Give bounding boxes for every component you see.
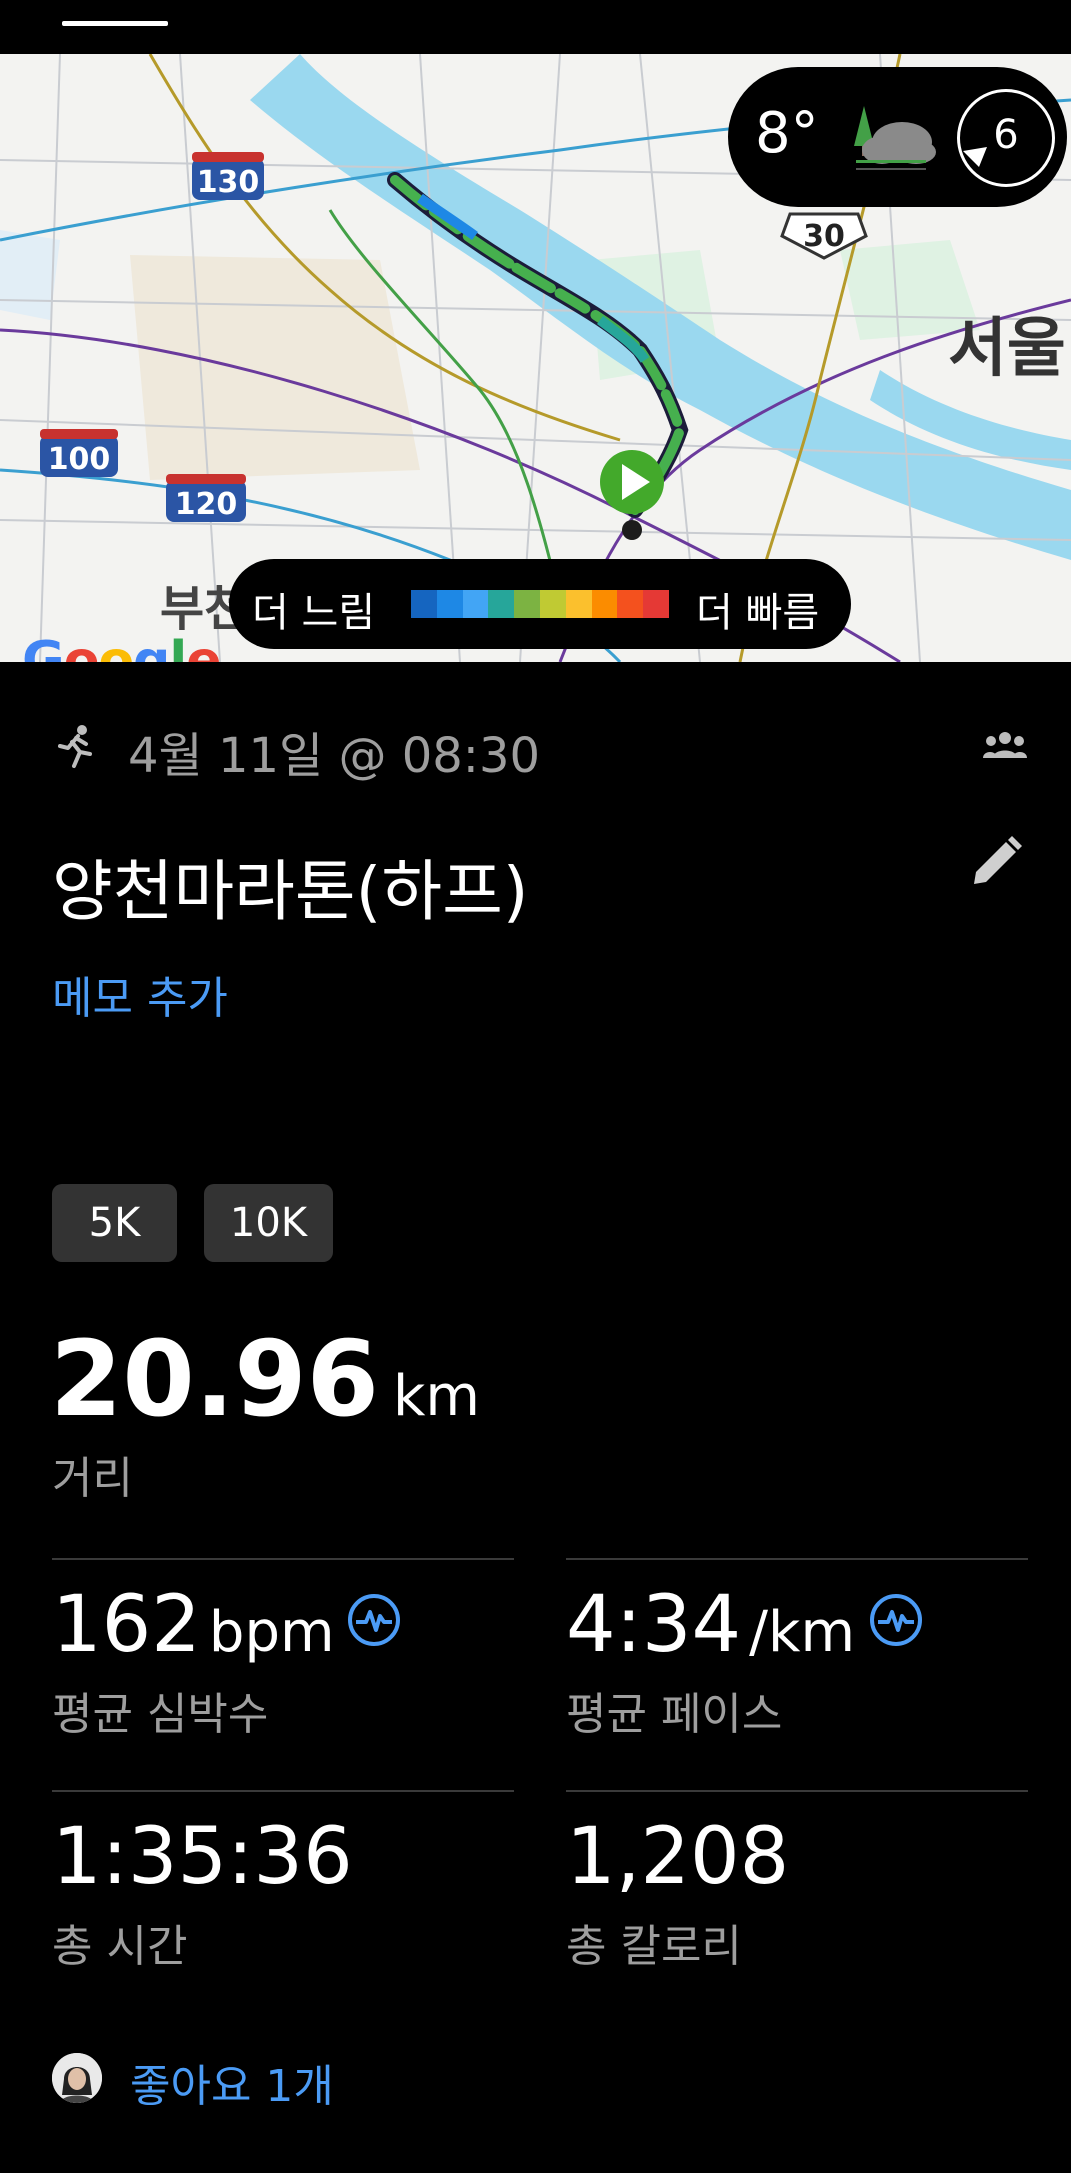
total-time-value: 1:35:36 bbox=[52, 1812, 353, 1902]
divider bbox=[52, 1558, 514, 1560]
chip-5k[interactable]: 5K bbox=[52, 1184, 177, 1262]
add-memo-link[interactable]: 메모 추가 bbox=[52, 962, 228, 1026]
calories-value: 1,208 bbox=[566, 1812, 790, 1902]
avatar bbox=[52, 2053, 102, 2103]
speed-gradient-segment bbox=[643, 590, 669, 618]
pace-chart-icon[interactable] bbox=[868, 1592, 924, 1648]
group-icon[interactable] bbox=[983, 730, 1027, 760]
speed-gradient-segment bbox=[617, 590, 644, 618]
heart-rate-unit: bpm bbox=[208, 1600, 335, 1665]
pace-label: 평균 페이스 bbox=[566, 1689, 783, 1740]
chip-10k[interactable]: 10K bbox=[204, 1184, 333, 1262]
status-indicator bbox=[62, 21, 168, 26]
speed-gradient-segment bbox=[411, 590, 437, 618]
speed-gradient-segment bbox=[514, 590, 540, 618]
edit-icon[interactable] bbox=[968, 834, 1024, 890]
divider bbox=[566, 1790, 1028, 1792]
heart-rate-label: 평균 심박수 bbox=[52, 1689, 269, 1740]
road-label: 120 bbox=[175, 487, 238, 522]
legend-slow-label: 더 느림 bbox=[252, 590, 376, 636]
speed-gradient bbox=[411, 590, 669, 618]
divider bbox=[52, 1790, 514, 1792]
distance-value: 20.96 bbox=[50, 1318, 379, 1440]
map-area-park bbox=[130, 255, 420, 480]
total-time-label: 총 시간 bbox=[52, 1921, 188, 1972]
distance-row: 20.96 km bbox=[50, 1318, 480, 1440]
speed-gradient-segment bbox=[462, 590, 489, 618]
legend-fast-label: 더 빠름 bbox=[696, 590, 820, 636]
speed-gradient-segment bbox=[565, 590, 592, 618]
pace-value: 4:34 bbox=[566, 1580, 742, 1670]
calories-label: 총 칼로리 bbox=[566, 1921, 742, 1972]
runner-icon bbox=[58, 725, 92, 768]
weather-temperature: 8° bbox=[755, 101, 819, 166]
likes-count-link[interactable]: 좋아요 1개 bbox=[130, 2050, 334, 2114]
heart-rate-stat[interactable]: 162 bpm bbox=[52, 1580, 335, 1670]
distance-label: 거리 bbox=[52, 1453, 133, 1504]
road-label: 100 bbox=[48, 442, 111, 477]
google-logo: Google bbox=[22, 631, 222, 662]
activity-date: 4월 11일 @ 08:30 bbox=[128, 728, 541, 784]
wind-speed: 6 bbox=[993, 112, 1019, 158]
speed-gradient-segment bbox=[436, 590, 463, 618]
speed-gradient-segment bbox=[539, 590, 566, 618]
speed-gradient-segment bbox=[591, 590, 618, 618]
distance-unit: km bbox=[392, 1364, 480, 1429]
heart-rate-chart-icon[interactable] bbox=[346, 1592, 402, 1648]
road-label: 30 bbox=[803, 219, 845, 254]
divider bbox=[566, 1558, 1028, 1560]
city-label: 서울 bbox=[948, 312, 1066, 386]
pace-stat[interactable]: 4:34/km bbox=[566, 1580, 855, 1670]
pace-unit: /km bbox=[749, 1600, 856, 1665]
status-bar bbox=[0, 0, 1071, 54]
speed-gradient-segment bbox=[488, 590, 515, 618]
activity-title: 양천마라톤(하프) bbox=[52, 853, 529, 930]
cloud-tree-icon bbox=[854, 106, 936, 170]
activity-meta: 4월 11일 @ 08:30 bbox=[52, 714, 1027, 784]
road-label: 130 bbox=[197, 165, 260, 200]
heart-rate-value: 162 bbox=[52, 1580, 201, 1670]
